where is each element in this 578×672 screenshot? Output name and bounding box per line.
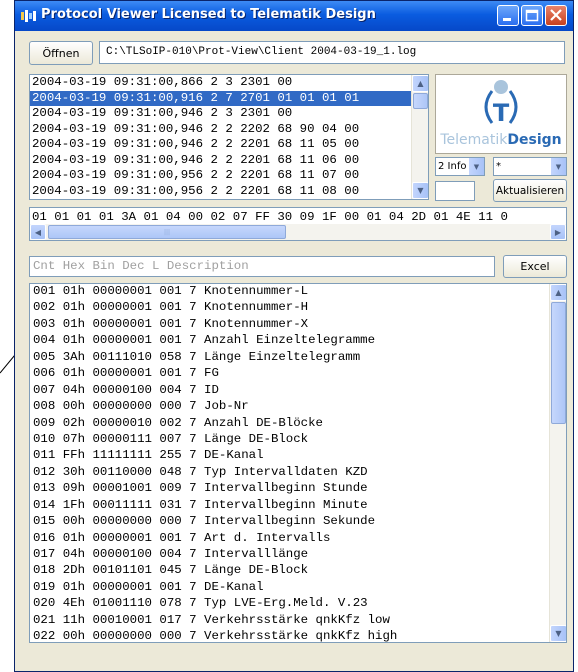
log-rows: 2004-03-19 09:31:00,866 2 3 2301 00 2004-… [30,75,428,199]
logo-text-light: Telematik [440,132,508,148]
log-entry-row[interactable]: 2004-03-19 09:31:00,946 2 3 2301 00 [30,106,428,122]
scroll-right-button[interactable]: ▶ [550,224,566,240]
detail-row[interactable]: 021 11h 00010001 017 7 Verkehrsstärke qn… [30,613,566,629]
logo-letter: T [493,99,510,127]
maximize-icon [525,9,539,22]
update-button[interactable]: Aktualisieren [493,179,567,202]
excel-button[interactable]: Excel [503,255,567,278]
scroll-up-button[interactable]: ▲ [550,284,566,301]
telematik-logo: T TelematikDesign [435,74,567,154]
log-entry-row[interactable]: 2004-03-19 09:31:00,956 2 2 2201 68 11 0… [30,168,428,184]
log-entry-list[interactable]: 2004-03-19 09:31:00,866 2 3 2301 00 2004-… [29,74,429,200]
minimize-icon [503,18,511,21]
log-entry-row[interactable]: 2004-03-19 09:31:00,946 2 2 2201 68 11 0… [30,137,428,153]
logo-wordmark: TelematikDesign [436,132,566,148]
filter-select-value: * [496,161,501,172]
detail-row[interactable]: 012 30h 00110000 048 7 Typ Intervalldate… [30,465,566,481]
detail-row[interactable]: 003 01h 00000001 001 7 Knotennummer-X [30,317,566,333]
detail-row[interactable]: 014 1Fh 00011111 031 7 Intervallbeginn M… [30,498,566,514]
app-icon [21,10,36,22]
detail-rows: 001 01h 00000001 001 7 Knotennummer-L 002… [30,284,566,642]
hex-scroll-thumb[interactable]: ||| [48,225,286,239]
detail-row[interactable]: 018 2Dh 00101101 045 7 Länge DE-Block [30,563,566,579]
scroll-up-button[interactable]: ▲ [412,75,428,92]
logo-mark-icon: T [484,80,518,127]
maximize-button[interactable] [521,5,543,26]
title-bar[interactable]: Protocol Viewer Licensed to Telematik De… [15,1,573,31]
info-select[interactable]: 2 Info ▼ [435,157,485,176]
logo-text-bold: Design [507,132,562,148]
scroll-down-button[interactable]: ▼ [550,625,566,642]
chevron-down-icon[interactable]: ▼ [469,158,484,175]
detail-row[interactable]: 015 00h 00000000 000 7 Intervallbeginn S… [30,514,566,530]
detail-row[interactable]: 019 01h 00000001 001 7 DE-Kanal [30,580,566,596]
scroll-thumb[interactable] [551,302,566,424]
detail-row[interactable]: 004 01h 00000001 001 7 Anzahl Einzeltele… [30,333,566,349]
hex-line-field[interactable]: 01 01 01 01 3A 01 04 00 02 07 FF 30 09 1… [29,207,567,241]
detail-row[interactable]: 007 04h 00000100 004 7 ID [30,383,566,399]
detail-row[interactable]: 009 02h 00000010 002 7 Anzahl DE-Blöcke [30,416,566,432]
close-icon [550,9,562,21]
detail-row[interactable]: 022 00h 00000000 000 7 Verkehrsstärke qn… [30,629,566,642]
scroll-thumb[interactable] [413,93,428,109]
telegram-detail-list[interactable]: 001 01h 00000001 001 7 Knotennummer-L 002… [29,283,567,643]
detail-row[interactable]: 010 07h 00000111 007 7 Länge DE-Block [30,432,566,448]
detail-row[interactable]: 006 01h 00000001 001 7 FG [30,366,566,382]
detail-row[interactable]: 017 04h 00000100 004 7 Intervalllänge [30,547,566,563]
small-input-field[interactable] [435,181,475,201]
detail-row[interactable]: 016 01h 00000001 001 7 Art d. Intervalls [30,531,566,547]
scroll-down-button[interactable]: ▼ [412,182,428,199]
log-list-scrollbar[interactable]: ▲ ▼ [411,75,428,199]
filter-select[interactable]: * ▼ [493,157,567,176]
detail-row[interactable]: 013 09h 00001001 009 7 Intervallbeginn S… [30,481,566,497]
log-entry-row[interactable]: 2004-03-19 09:31:00,946 2 2 2201 68 11 0… [30,153,428,169]
detail-column-header: Cnt Hex Bin Dec L Description [29,256,495,277]
hex-line-text: 01 01 01 01 3A 01 04 00 02 07 FF 30 09 1… [32,210,508,224]
file-path-field[interactable]: C:\TLSoIP-010\Prot-View\Client 2004-03-1… [99,41,565,64]
detail-row[interactable]: 011 FFh 11111111 255 7 DE-Kanal [30,448,566,464]
chevron-down-icon[interactable]: ▼ [551,158,566,175]
detail-row[interactable]: 020 4Eh 01001110 078 7 Typ LVE-Erg.Meld.… [30,596,566,612]
info-select-value: 2 Info [438,161,467,172]
protocol-viewer-window: Protocol Viewer Licensed to Telematik De… [14,0,574,672]
minimize-button[interactable] [497,5,519,26]
window-title: Protocol Viewer Licensed to Telematik De… [41,7,376,22]
log-entry-row[interactable]: 2004-03-19 09:31:00,946 2 2 2202 68 90 0… [30,122,428,138]
close-button[interactable] [545,5,567,26]
log-entry-row[interactable]: 2004-03-19 09:31:00,866 2 3 2301 00 [30,75,428,91]
log-entry-row[interactable]: 2004-03-19 09:31:00,956 2 2 2201 68 11 0… [30,184,428,200]
scroll-left-button[interactable]: ◀ [30,224,46,240]
detail-row[interactable]: 005 3Ah 00111010 058 7 Länge Einzelteleg… [30,350,566,366]
detail-row[interactable]: 002 01h 00000001 001 7 Knotennummer-H [30,300,566,316]
hex-scrollbar[interactable]: ◀ ||| ▶ [30,224,566,240]
log-entry-row[interactable]: 2004-03-19 09:31:00,916 2 7 2701 01 01 0… [30,90,428,106]
open-button[interactable]: Öffnen [29,41,93,65]
detail-list-scrollbar[interactable]: ▲ ▼ [549,284,566,642]
detail-row[interactable]: 008 00h 00000000 000 7 Job-Nr [30,399,566,415]
detail-row[interactable]: 001 01h 00000001 001 7 Knotennummer-L [30,284,566,300]
